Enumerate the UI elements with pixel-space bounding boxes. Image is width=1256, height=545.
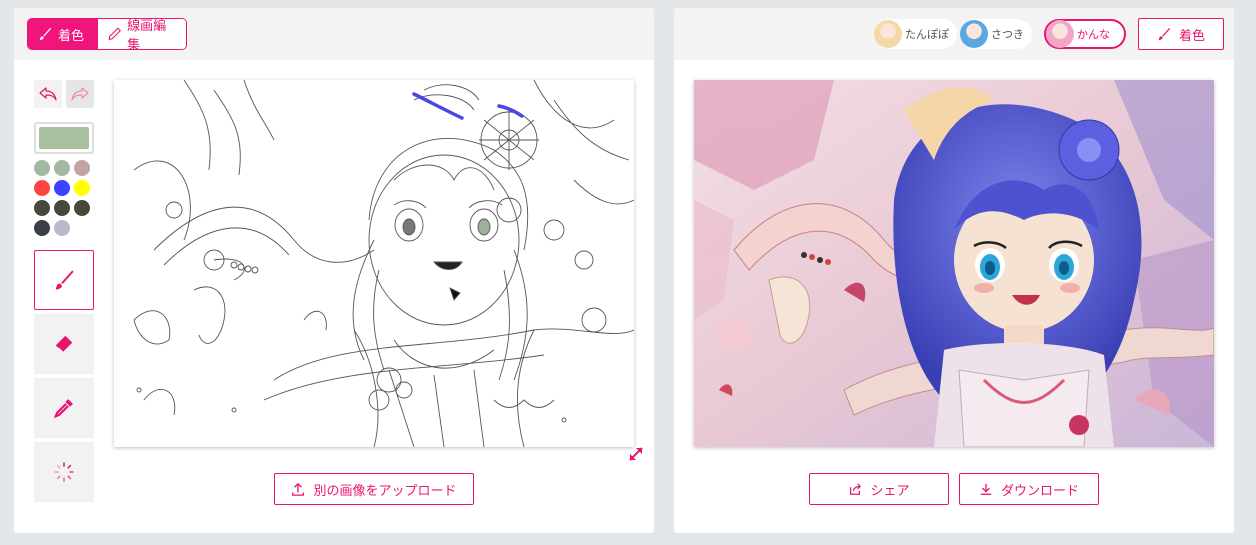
colorize-mode-label: 着色 bbox=[58, 28, 85, 44]
color-swatch[interactable] bbox=[54, 200, 70, 216]
redo-icon bbox=[71, 87, 89, 101]
lineart-drawing bbox=[133, 80, 634, 447]
colored-result-image bbox=[694, 80, 1214, 447]
brush-icon bbox=[55, 270, 74, 290]
download-icon bbox=[980, 483, 992, 495]
colorize-button[interactable]: 着色 bbox=[1138, 18, 1224, 50]
eyedropper-icon bbox=[53, 399, 73, 419]
model-name: たんぽぽ bbox=[905, 28, 949, 41]
lineart-panel: 着色 線画編集 別の画像をアップロード bbox=[14, 8, 654, 533]
share-button[interactable]: シェア bbox=[809, 473, 949, 505]
colorize-label: 着色 bbox=[1178, 28, 1205, 44]
model-name: さつき bbox=[991, 28, 1024, 41]
lineart-mode-button[interactable]: 線画編集 bbox=[98, 19, 186, 49]
tool-column bbox=[34, 80, 94, 502]
color-swatch[interactable] bbox=[74, 160, 90, 176]
model-chip-tanpopo[interactable]: たんぽぽ bbox=[874, 19, 957, 49]
share-icon bbox=[850, 483, 862, 495]
redo-button[interactable] bbox=[66, 80, 94, 108]
result-panel: たんぽぽ さつき かんな 着色 シェア ダウンロード bbox=[674, 8, 1234, 533]
color-swatches bbox=[34, 160, 94, 236]
brush-icon bbox=[39, 27, 52, 41]
colored-illustration bbox=[694, 80, 1214, 447]
result-panel-header: たんぽぽ さつき かんな 着色 bbox=[674, 8, 1234, 60]
upload-button[interactable]: 別の画像をアップロード bbox=[274, 473, 474, 505]
expand-icon[interactable] bbox=[626, 444, 646, 464]
upload-label: 別の画像をアップロード bbox=[313, 483, 457, 499]
color-swatch[interactable] bbox=[54, 160, 70, 176]
color-swatch[interactable] bbox=[34, 220, 50, 236]
share-label: シェア bbox=[870, 483, 910, 499]
model-name: かんな bbox=[1077, 28, 1110, 41]
color-swatch[interactable] bbox=[54, 220, 70, 236]
color-swatch[interactable] bbox=[34, 160, 50, 176]
loading-tool bbox=[34, 442, 94, 502]
upload-icon bbox=[292, 482, 305, 496]
eraser-tool[interactable] bbox=[34, 314, 94, 374]
color-swatch[interactable] bbox=[34, 200, 50, 216]
brush-tool[interactable] bbox=[34, 250, 94, 310]
eraser-icon bbox=[55, 335, 73, 353]
pencil-icon bbox=[108, 27, 122, 40]
eyedropper-tool[interactable] bbox=[34, 378, 94, 438]
undo-icon bbox=[39, 87, 57, 101]
current-color-fill bbox=[39, 127, 89, 149]
model-chip-kanna[interactable]: かんな bbox=[1044, 19, 1126, 49]
model-chip-satsuki[interactable]: さつき bbox=[960, 19, 1032, 49]
undo-button[interactable] bbox=[34, 80, 62, 108]
mode-toggle: 着色 線画編集 bbox=[27, 18, 187, 50]
color-swatch[interactable] bbox=[34, 180, 50, 196]
loading-spinner-icon bbox=[54, 462, 74, 482]
history-controls bbox=[34, 80, 94, 108]
current-color[interactable] bbox=[34, 122, 94, 154]
colorize-mode-button[interactable]: 着色 bbox=[28, 19, 98, 49]
lineart-panel-header: 着色 線画編集 bbox=[14, 8, 654, 60]
model-avatar bbox=[1046, 20, 1074, 48]
lineart-mode-label: 線画編集 bbox=[127, 19, 167, 50]
color-swatch[interactable] bbox=[74, 200, 90, 216]
download-button[interactable]: ダウンロード bbox=[959, 473, 1099, 505]
model-avatar bbox=[874, 20, 902, 48]
color-swatch[interactable] bbox=[54, 180, 70, 196]
model-avatar bbox=[960, 20, 988, 48]
brush-icon bbox=[1158, 27, 1171, 41]
color-swatch[interactable] bbox=[74, 180, 90, 196]
lineart-canvas[interactable] bbox=[114, 80, 634, 447]
download-label: ダウンロード bbox=[1000, 483, 1079, 499]
